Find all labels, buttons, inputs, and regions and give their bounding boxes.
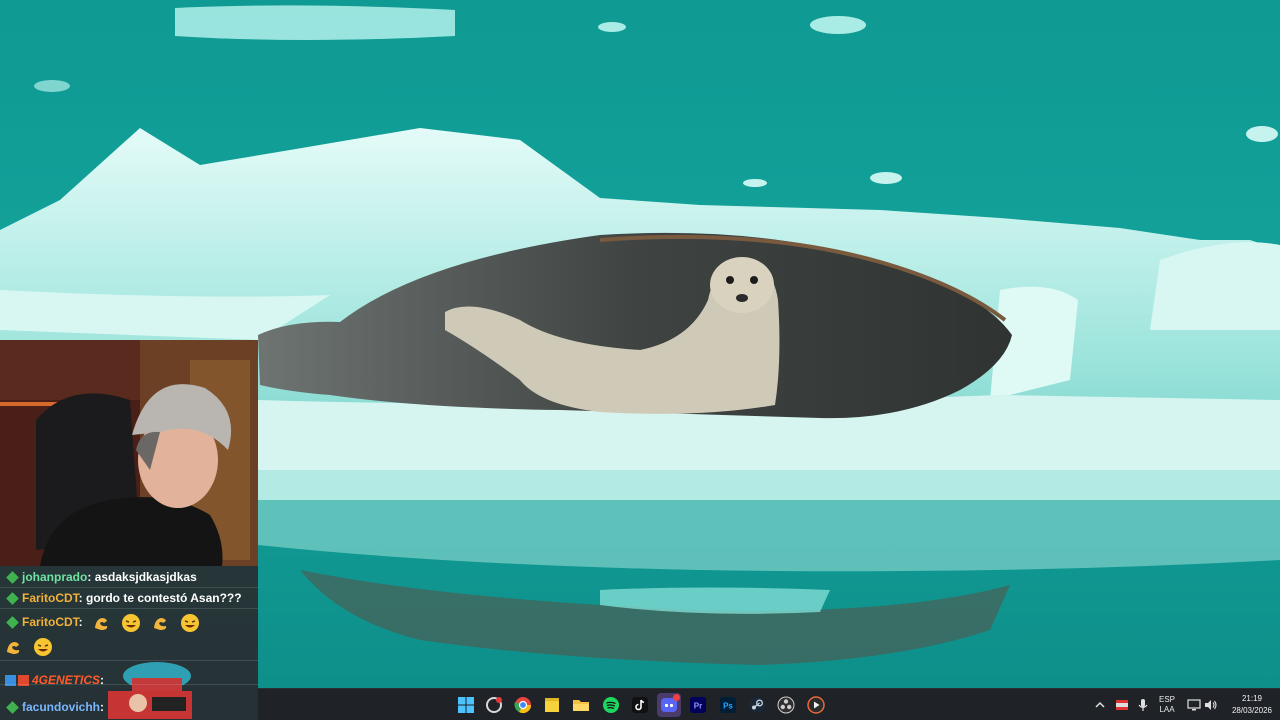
taskbar-app-discord[interactable] [657, 693, 681, 717]
file-explorer-icon [573, 700, 589, 711]
chat-username: FaritoCDT [22, 591, 79, 605]
laughing-face-emote-icon [181, 613, 200, 632]
taskbar-app-steam[interactable] [745, 693, 769, 717]
tray-app-icon[interactable] [1115, 689, 1129, 720]
sticky-notes-icon [545, 698, 559, 712]
microphone-tray-button[interactable] [1137, 689, 1149, 720]
flexing-arm-emote-icon [95, 617, 108, 630]
chat-username: facundovichh [22, 700, 101, 714]
chat-message: FaritoCDT: [0, 612, 258, 633]
chat-message-continuation [0, 636, 258, 657]
photoshop-icon: Ps [720, 697, 736, 713]
taskbar-app-file-explorer[interactable] [569, 693, 593, 717]
laughing-face-emote-icon [122, 613, 141, 632]
sticker-emote-icon [108, 691, 192, 719]
streamer-webcam-image [0, 340, 258, 566]
chat-message: johanprado: asdaksjdkasjdkas [0, 567, 258, 587]
taskbar-app-snipping-tool[interactable] [482, 693, 506, 717]
premiere-icon: Pr [690, 697, 706, 713]
chat-divider [0, 608, 258, 609]
clock[interactable]: 21:19 28/03/2026 [1232, 693, 1272, 717]
taskbar-app-chrome[interactable] [511, 693, 535, 717]
language-code: ESP [1159, 695, 1176, 704]
spotify-icon [603, 697, 619, 713]
media-player-icon [807, 696, 825, 714]
chrome-icon [514, 697, 532, 714]
taskbar-app-photoshop[interactable]: Ps [716, 693, 740, 717]
taskbar-app-spotify[interactable] [599, 693, 623, 717]
chevron-up-icon [1095, 701, 1105, 708]
badge-icon [6, 571, 19, 585]
chat-overlay: johanprado: asdaksjdkasjdkas FaritoCDT: … [0, 566, 258, 720]
flexing-arm-emote-icon [7, 641, 20, 654]
flag-tray-icon [1116, 700, 1128, 710]
clock-date: 28/03/2026 [1231, 706, 1272, 715]
webcam-overlay [0, 340, 258, 566]
speaker-icon [1205, 700, 1217, 710]
chat-message: FaritoCDT: gordo te contestó Asan??? [0, 588, 258, 608]
taskbar-app-sticky-notes[interactable] [540, 693, 564, 717]
taskbar-app-media-player[interactable] [804, 693, 828, 717]
chat-divider [0, 660, 258, 661]
badge-icon [6, 592, 19, 606]
chat-username: FaritoCDT [22, 615, 79, 629]
badge-icon [6, 616, 19, 630]
volume-tray-button[interactable] [1204, 689, 1218, 720]
flexing-arm-emote-icon [153, 617, 166, 630]
chat-divider [0, 684, 258, 685]
chat-username: johanprado [22, 570, 88, 584]
taskbar-app-obs[interactable] [774, 693, 798, 717]
svg-text:Ps: Ps [723, 702, 733, 711]
notification-badge [673, 694, 680, 701]
start-button[interactable] [454, 693, 478, 717]
tiktok-icon [632, 697, 648, 713]
snipping-tool-icon [486, 697, 502, 713]
chat-text: gordo te contestó Asan??? [86, 591, 242, 605]
windows-start-icon [458, 697, 474, 713]
network-monitor-icon [1187, 699, 1201, 711]
taskbar-app-premiere[interactable]: Pr [686, 693, 710, 717]
laughing-face-emote-icon [34, 637, 53, 656]
network-tray-button[interactable] [1187, 689, 1201, 720]
clock-time: 21:19 [1241, 694, 1262, 703]
chat-message: facundovichh: [0, 691, 258, 719]
keyboard-layout: LAA [1159, 705, 1175, 714]
language-indicator[interactable]: ESP LAA [1159, 689, 1175, 720]
chat-text: asdaksjdkasjdkas [94, 570, 197, 584]
tray-overflow-button[interactable] [1094, 689, 1106, 720]
taskbar-app-tiktok[interactable] [628, 693, 652, 717]
microphone-icon [1138, 699, 1148, 711]
steam-icon [749, 697, 765, 713]
svg-text:Pr: Pr [694, 702, 702, 711]
taskbar: Pr Ps ESP LAA 21:19 28/03/2026 [258, 688, 1280, 720]
badge-icon [6, 701, 19, 715]
obs-icon [777, 696, 795, 714]
chat-message: 4GENETICS: [0, 662, 258, 696]
